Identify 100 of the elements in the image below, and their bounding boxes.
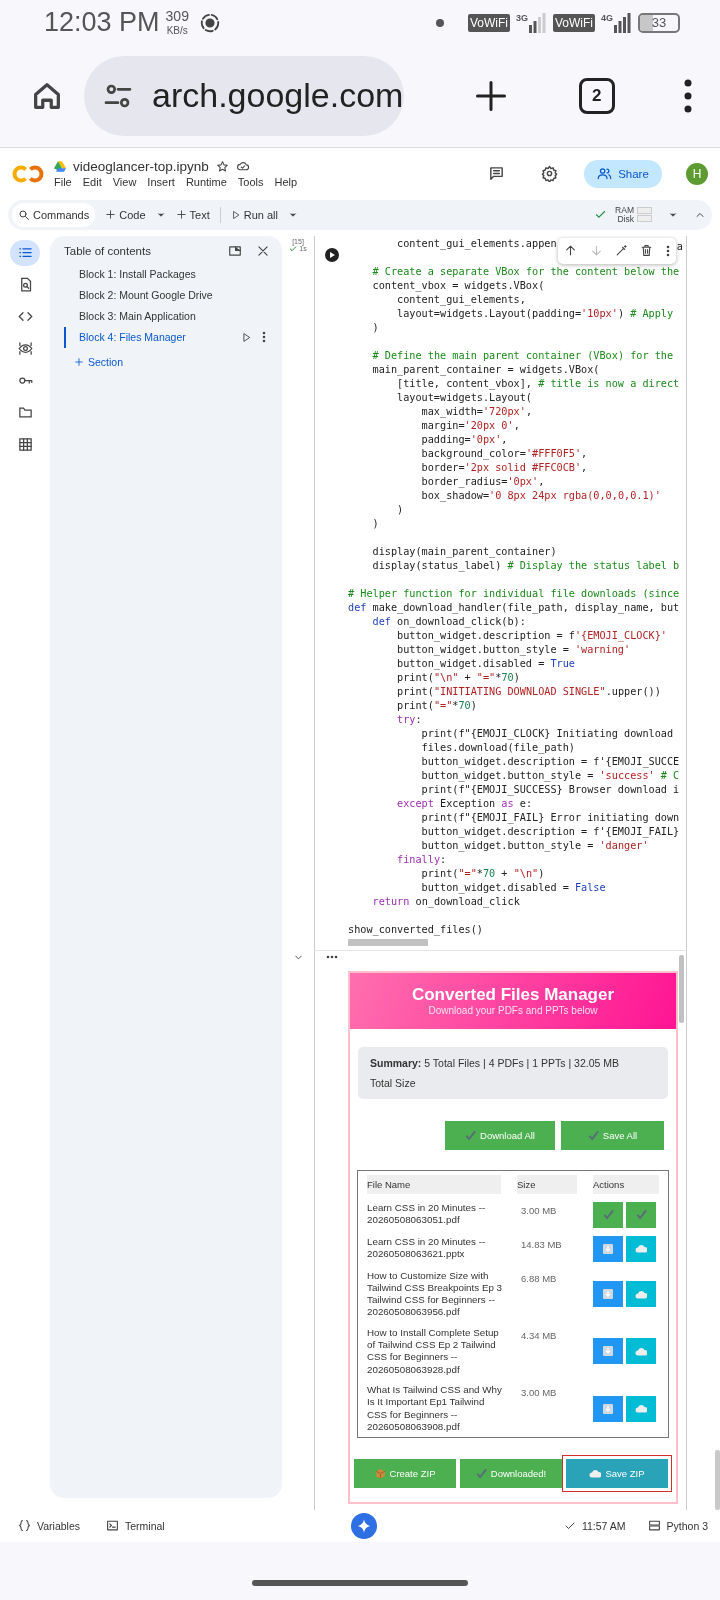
column-header: Size [517, 1174, 577, 1194]
download-button[interactable] [593, 1281, 623, 1308]
code-line: ) [396, 502, 404, 517]
close-icon[interactable] [256, 243, 270, 258]
file-size: 14.83 MB [521, 1237, 563, 1250]
column-header: Actions [593, 1174, 659, 1194]
comment-icon[interactable] [488, 165, 505, 183]
gemini-button[interactable] [351, 1512, 378, 1539]
file-size: 4.34 MB [521, 1328, 558, 1341]
summary: Summary: 5 Total Files | 4 PDFs | 1 PPTs | 32.05 MB Total Size [358, 1046, 668, 1099]
settings-icon[interactable] [541, 165, 558, 183]
magic-pen-icon[interactable] [614, 244, 628, 258]
star-icon[interactable] [215, 160, 229, 174]
code-line: box_shadow='0 8px 24px rgba(0,0,0,0.1)' [420, 488, 661, 503]
network-badge: VoWiFi [552, 13, 595, 32]
variables-button[interactable]: Variables [37, 1519, 80, 1532]
code-line: content_gui_elements, [396, 292, 526, 307]
toc-item[interactable]: Block 2: Mount Google Drive [64, 284, 282, 306]
cloud-icon [635, 1346, 647, 1356]
menu-item[interactable]: View [112, 176, 137, 189]
code-line: print("\n" + "="*70) [396, 670, 520, 685]
column-header: File Name [367, 1174, 501, 1194]
code-line: print("="*70 + "\n") [420, 866, 545, 881]
download-button[interactable] [593, 1395, 623, 1422]
plus-icon [74, 356, 84, 367]
file-size: 3.00 MB [521, 1203, 558, 1216]
braces-icon [18, 1519, 31, 1533]
sidebar-tab[interactable] [10, 239, 40, 266]
more-icon[interactable] [665, 244, 670, 257]
add-text-button[interactable]: Text [169, 202, 216, 227]
code-line: print(f"{EMOJI_CLOCK} Initiating download [420, 726, 674, 741]
play-icon[interactable] [241, 331, 252, 343]
trash-icon[interactable] [640, 244, 654, 258]
terminal-button[interactable]: Terminal [125, 1519, 165, 1532]
code-line: print("INITIATING DOWNLOAD SINGLE".upper()) [396, 684, 661, 699]
code-line: background_color='#FFF0F5', [420, 446, 588, 461]
download-button[interactable] [593, 1338, 623, 1365]
share-button[interactable]: Share [584, 159, 662, 188]
ram-label: RAM [615, 206, 634, 215]
code-line: button_widget.disabled = True [396, 656, 575, 671]
save-button[interactable] [626, 1201, 656, 1228]
download-icon [603, 1289, 613, 1300]
menu-icon[interactable] [684, 77, 692, 114]
check-icon [465, 1129, 477, 1141]
file-name: How to Customize Size with Tailwind CSS Breakpoints Ep 3 Tailwind CSS for Beginners -- 20260508063956.pdf [367, 1269, 504, 1319]
more-icon[interactable] [262, 331, 266, 344]
code-line: main_parent_container = widgets.VBox( [371, 362, 600, 377]
tab-switcher[interactable]: 2 [578, 77, 615, 114]
code-line: except Exception as e: [396, 796, 533, 811]
runtime-label[interactable]: Python 3 [666, 1519, 708, 1532]
run-all-button[interactable]: Run all [224, 202, 284, 227]
scrollbar [679, 954, 684, 1023]
menu-item[interactable]: Runtime [185, 176, 227, 189]
cloud-icon [635, 1244, 647, 1254]
menu-item[interactable]: Help [274, 176, 298, 189]
toc-item[interactable]: Block 1: Install Packages [64, 263, 282, 285]
menu-item[interactable]: Insert [147, 176, 175, 189]
clock: 12:03 PM [44, 7, 160, 38]
play-icon [230, 209, 241, 220]
code-line: button_widget.button_style = 'warning' [396, 642, 631, 657]
address-bar[interactable]: arch.google.com [84, 55, 404, 136]
code-line: print(f"{EMOJI_SUCCESS} Browser download i [420, 782, 680, 797]
code-line: button_widget.description = f'{EMOJI_SUCCE [420, 754, 680, 769]
terminal-icon [106, 1519, 119, 1533]
code-line: finally: [396, 852, 447, 867]
logo-icon [12, 163, 44, 184]
download-button[interactable] [593, 1201, 623, 1228]
plus-icon [105, 209, 117, 221]
download-button[interactable] [593, 1235, 623, 1262]
cloud-icon [635, 1289, 647, 1299]
pop-out-icon[interactable] [228, 243, 242, 258]
code-line: def make_download_handler(file_path, display_name, but [348, 600, 680, 615]
code-line: files.download(file_path) [420, 740, 575, 755]
toc-item[interactable]: Block 3: Main Application [64, 305, 282, 327]
run-button[interactable] [324, 247, 339, 262]
sparkle-icon [357, 1518, 372, 1533]
speed-unit: KB/s [166, 26, 188, 36]
notebook-title[interactable]: videoglancer-top.ipynb [73, 159, 209, 175]
check-icon [587, 1129, 599, 1141]
add-code-button[interactable]: Code [99, 202, 152, 227]
more-icon[interactable] [325, 954, 338, 959]
menu-item[interactable]: File [54, 176, 72, 189]
toc-item[interactable]: Block 4: Files Manager [64, 326, 282, 348]
search-icon [18, 208, 30, 221]
code-line: content_vbox = widgets.VBox( [371, 278, 545, 293]
menu-item[interactable]: Tools [237, 176, 264, 189]
add-section-button[interactable]: Section [74, 355, 282, 368]
code-line: button_widget.button_style = 'success' # C [420, 768, 680, 783]
code-line: max_width='720px', [420, 404, 532, 419]
code-line: # Create a separate VBox for the content below the [371, 264, 680, 279]
code-line: show_converted_files() [348, 922, 483, 937]
plus-icon [175, 209, 187, 221]
record-icon [198, 11, 221, 34]
file-name: How to Install Complete Setup of Tailwind CSS Ep 2 Tailwind CSS for Beginners -- 20260508063928.pdf [367, 1326, 500, 1376]
code-line: border_radius='0px', [420, 474, 545, 489]
arrow-up-icon[interactable] [564, 244, 578, 258]
check-icon [635, 1209, 647, 1221]
code-line: button_widget.description = f'{EMOJI_FAIL} [420, 824, 680, 839]
menu-item[interactable]: Edit [82, 176, 102, 189]
commands-button[interactable]: Commands [12, 202, 96, 227]
